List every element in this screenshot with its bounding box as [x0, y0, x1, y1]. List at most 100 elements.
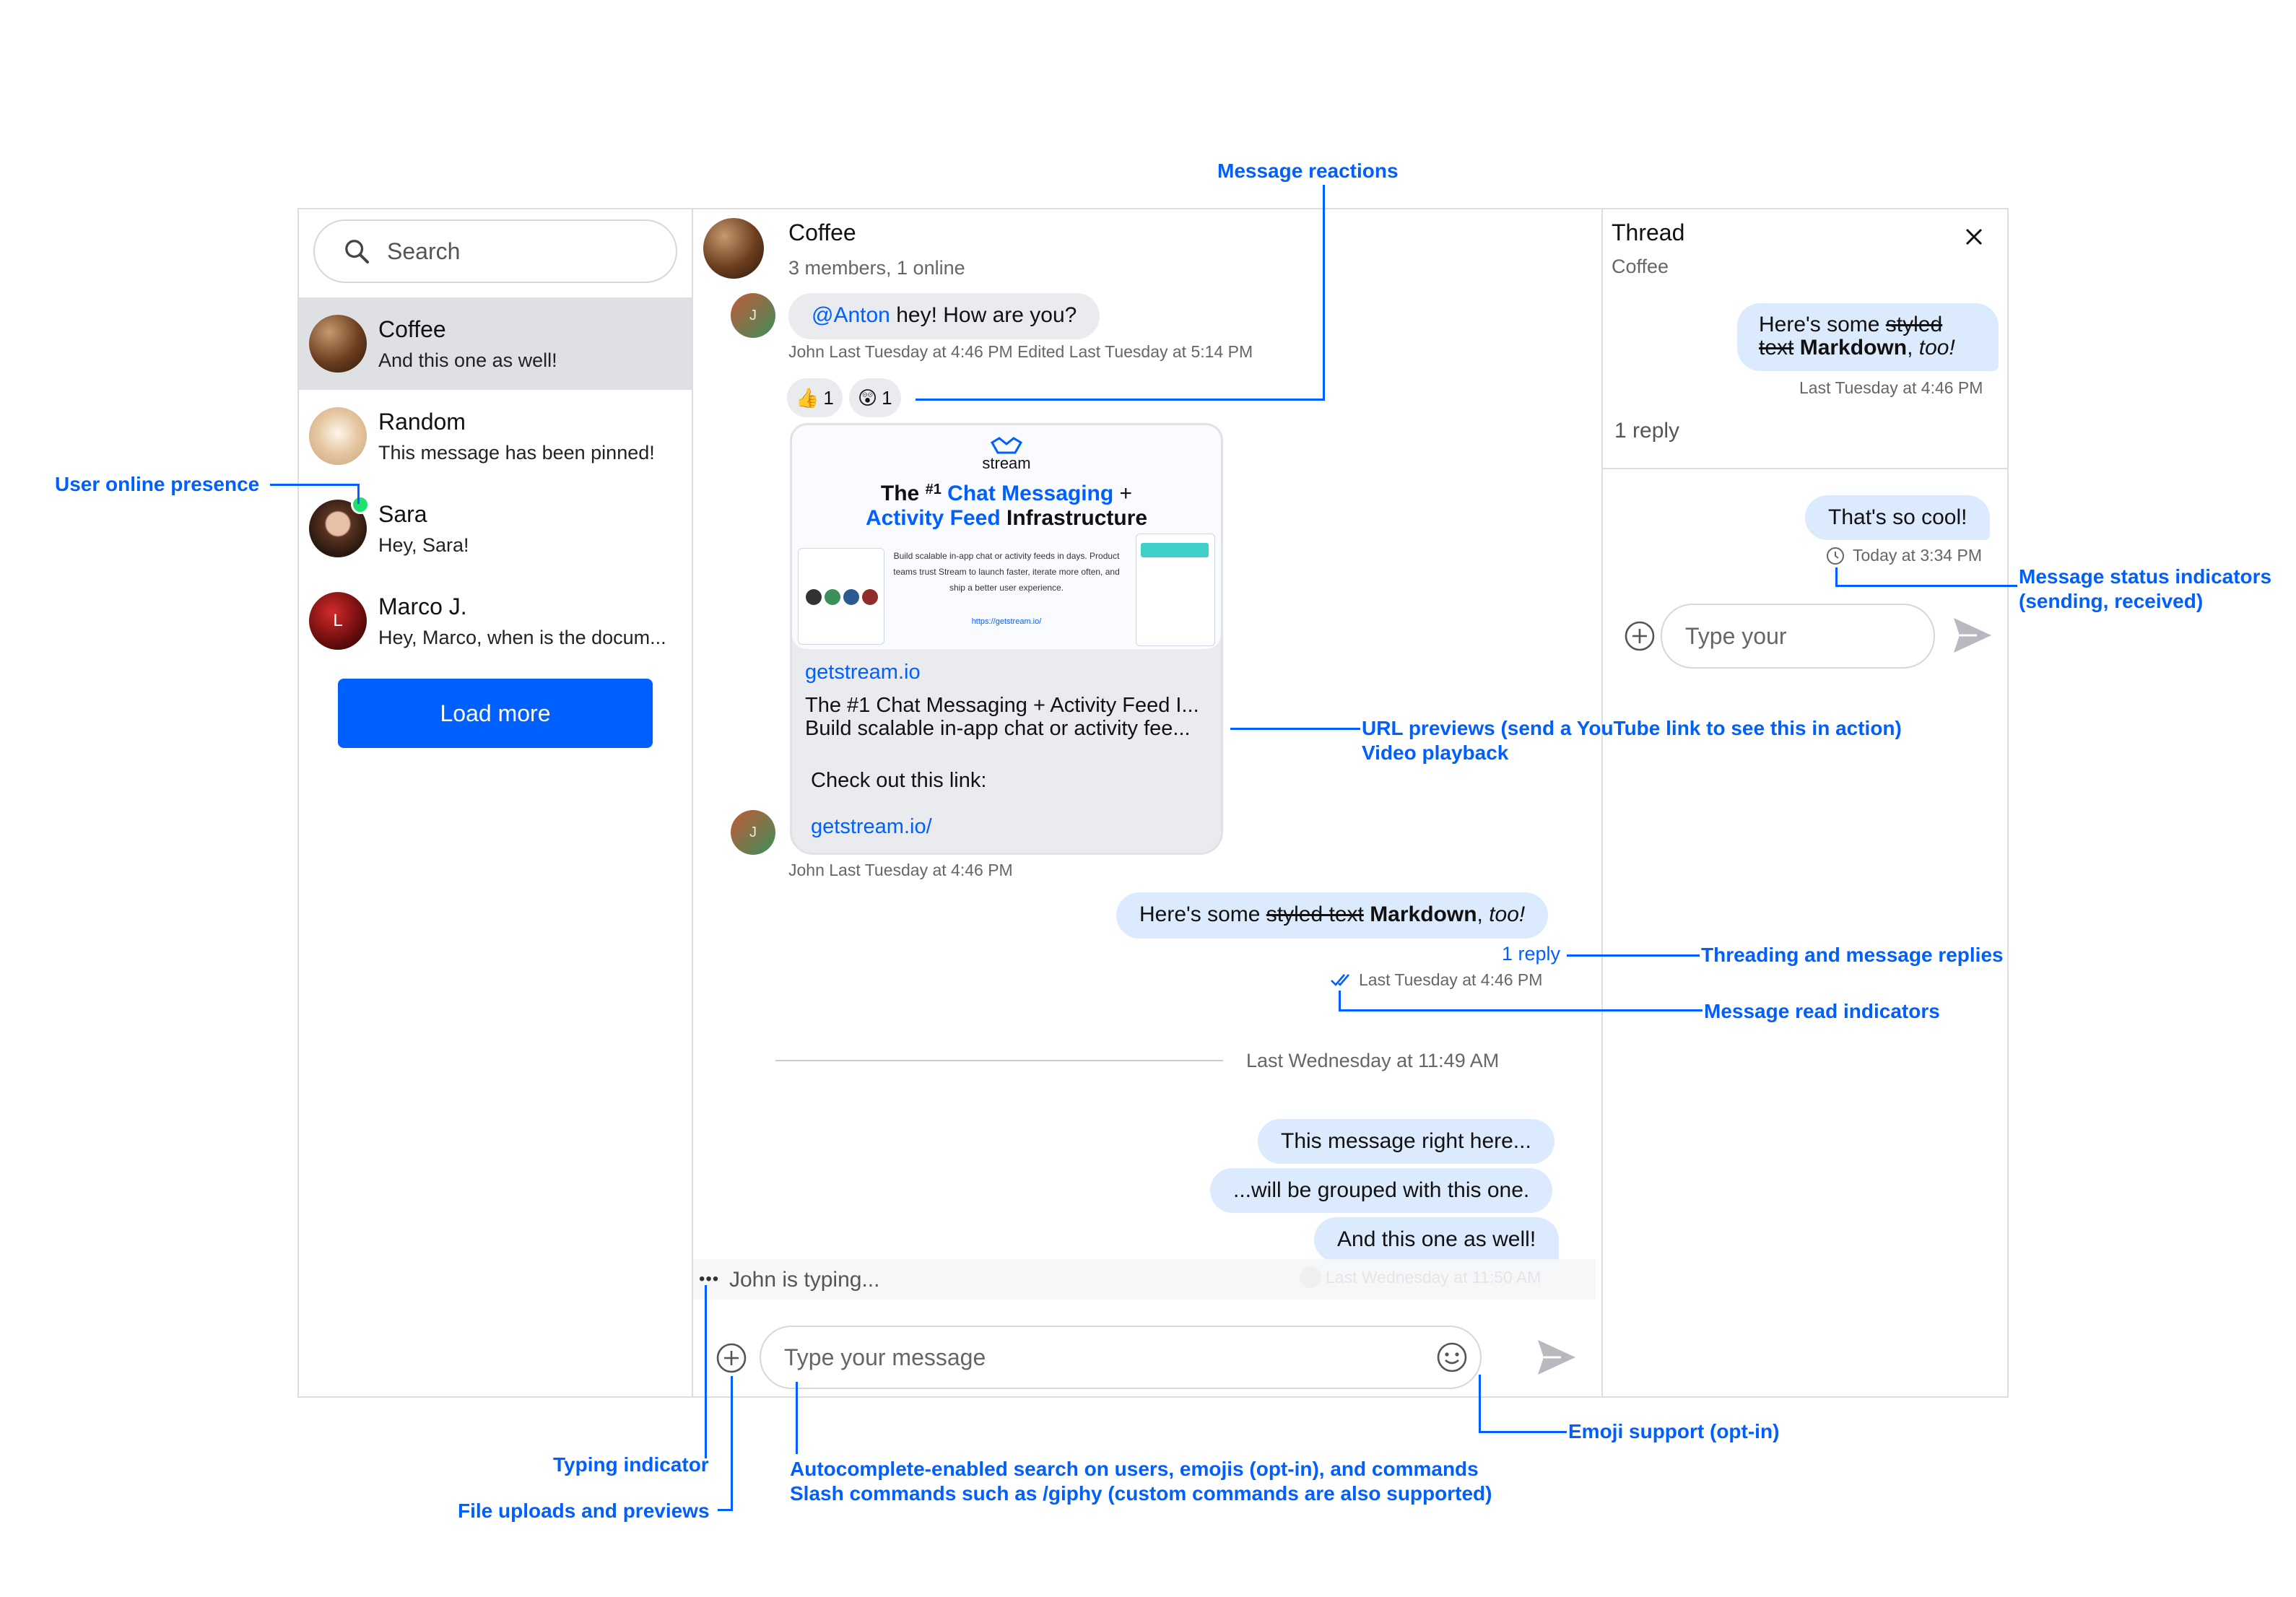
reaction-thumbs-up[interactable]: 👍 1 [787, 378, 843, 417]
annotation-video: Video playback [1362, 741, 1509, 764]
reaction-surprised[interactable]: 😲 1 [849, 378, 901, 417]
own-message-bubble[interactable]: Here's some styled text Markdown, too! [1116, 892, 1549, 939]
channel-name: Random [378, 409, 466, 435]
channel-item-random[interactable]: Random This message has been pinned! [299, 390, 692, 482]
channel-name: Marco J. [378, 593, 467, 619]
annotation-line [1567, 954, 1700, 957]
thread-reply-link[interactable]: 1 reply [1502, 943, 1560, 965]
channel-list-sidebar: Search Coffee And this one as well! Rand… [299, 209, 692, 1396]
channel-last-message: And this one as well! [378, 349, 557, 371]
annotation-line [1479, 1431, 1567, 1433]
url-preview-image[interactable]: stream The #1 Chat Messaging + Activity … [792, 425, 1221, 649]
channel-search[interactable]: Search [313, 219, 677, 283]
thread-parent-message[interactable]: Here's some styled text Markdown, too! [1737, 303, 1999, 371]
close-icon[interactable] [1961, 224, 1987, 250]
message-composer[interactable] [760, 1326, 1482, 1389]
annotation-line [796, 1382, 798, 1454]
thread-composer[interactable] [1661, 604, 1990, 669]
annotation-threading: Threading and message replies [1701, 944, 2004, 966]
avatar-initial: J [749, 824, 757, 840]
search-placeholder: Search [387, 238, 461, 264]
annotation-line [1835, 585, 2017, 587]
own-message-bubble[interactable]: This message right here... [1258, 1119, 1554, 1164]
message-text: Here's some [1759, 313, 1886, 336]
message-link[interactable]: getstream.io/ [811, 815, 932, 839]
annotation-status-1: Message status indicators [2019, 565, 2272, 588]
headline-highlight: Chat Messaging [947, 482, 1114, 505]
channel-name: Coffee [378, 316, 446, 342]
mock-avatar [862, 589, 878, 605]
avatar: J [731, 810, 775, 855]
add-attachment-icon[interactable] [1623, 619, 1656, 653]
send-icon[interactable] [1535, 1336, 1578, 1379]
coffee-beans-image [309, 315, 367, 373]
avatar-initial: J [749, 307, 757, 323]
thumbs-up-icon: 👍 [796, 386, 819, 409]
strikethrough-text: text [1759, 336, 1794, 360]
headline-number: #1 [925, 482, 942, 497]
mock-avatar [825, 589, 840, 605]
avatar: L [309, 592, 367, 650]
channel-subtitle: 3 members, 1 online [788, 257, 965, 279]
thread-divider-line [1601, 468, 2007, 469]
channel-avatar [703, 218, 764, 279]
send-icon[interactable] [1951, 614, 1994, 657]
clock-icon [1827, 547, 1844, 565]
mock-header-bar [1141, 543, 1209, 557]
annotation-line [916, 399, 1325, 401]
bold-text: Markdown [1370, 902, 1477, 926]
channel-title: Coffee [788, 219, 856, 245]
online-status-dot [351, 495, 370, 514]
message-bubble[interactable]: @Anton hey! How are you? [788, 293, 1100, 339]
own-message-bubble[interactable]: ...will be grouped with this one. [1210, 1168, 1553, 1213]
add-attachment-icon[interactable] [715, 1341, 748, 1375]
date-separator: Last Wednesday at 11:49 AM [1246, 1050, 1500, 1071]
thread-reply-message[interactable]: That's so cool! [1805, 495, 1991, 540]
annotation-uploads: File uploads and previews [458, 1500, 710, 1522]
annotation-read-indicators: Message read indicators [1704, 1000, 1940, 1022]
surprised-face-icon: 😲 [858, 386, 878, 409]
double-check-icon [1331, 974, 1349, 986]
channel-name: Sara [378, 501, 427, 527]
annotation-line [718, 1509, 733, 1511]
avatar: J [731, 293, 775, 338]
channel-item-marco[interactable]: L Marco J. Hey, Marco, when is the docum… [299, 575, 692, 667]
channel-item-coffee[interactable]: Coffee And this one as well! [299, 297, 692, 390]
typing-dots-icon: ••• [699, 1269, 720, 1289]
headline-text: + [1113, 482, 1133, 505]
annotation-slash-commands: Slash commands such as /giphy (custom co… [790, 1482, 1492, 1505]
load-more-button[interactable]: Load more [338, 679, 653, 748]
annotation-line [357, 484, 360, 504]
message-meta-faded: Last Wednesday at 11:50 AM [1326, 1268, 1541, 1287]
strikethrough-text: styled [1885, 313, 1943, 336]
channel-last-message: This message has been pinned! [378, 442, 655, 464]
emoji-icon[interactable] [1435, 1341, 1469, 1374]
thread-divider [1601, 209, 1603, 1396]
url-preview-card[interactable]: stream The #1 Chat Messaging + Activity … [790, 423, 1223, 855]
own-message-bubble[interactable]: And this one as well! [1314, 1217, 1560, 1262]
mock-feed-screenshot [1136, 534, 1215, 646]
message-text: hey! How are you? [890, 303, 1077, 327]
annotation-presence: User online presence [55, 473, 260, 495]
message-meta: Last Tuesday at 4:46 PM [1359, 970, 1543, 989]
user-mention[interactable]: @Anton [812, 303, 890, 327]
annotation-line [1835, 567, 1838, 586]
latte-art-image [309, 407, 367, 465]
message-input[interactable] [761, 1343, 1435, 1372]
mock-avatar [843, 589, 859, 605]
preview-title: The #1 Chat Messaging + Activity Feed I.… [805, 694, 1199, 717]
thread-message-input[interactable] [1662, 622, 1990, 650]
annotation-line [1339, 991, 1341, 1011]
bold-text: Markdown [1799, 336, 1908, 360]
search-icon [345, 240, 369, 264]
annotation-line [1323, 185, 1325, 400]
preview-domain-link[interactable]: getstream.io [805, 661, 921, 684]
annotation-reactions: Message reactions [1217, 160, 1399, 182]
channel-last-message: Hey, Marco, when is the docum... [378, 627, 666, 648]
preview-description: Build scalable in-app chat or activity f… [805, 717, 1191, 740]
annotation-line [1479, 1375, 1481, 1432]
reaction-count: 1 [882, 386, 892, 409]
sidebar-divider [692, 209, 693, 1396]
message-meta: Last Tuesday at 4:46 PM [1799, 378, 1983, 397]
annotation-autocomplete: Autocomplete-enabled search on users, em… [790, 1458, 1479, 1480]
